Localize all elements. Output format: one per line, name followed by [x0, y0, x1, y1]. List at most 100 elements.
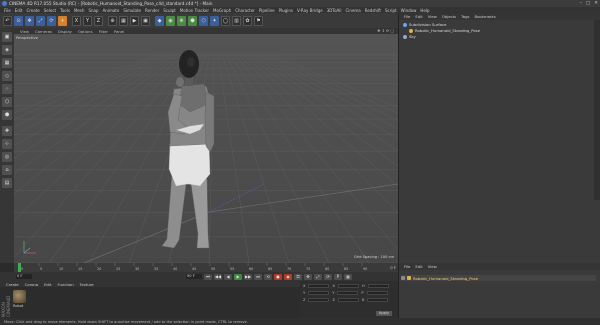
undo-icon[interactable]: ↶ — [3, 15, 12, 26]
pla-key-button[interactable]: ▦ — [344, 273, 352, 280]
object-menu-bookmarks[interactable]: Bookmarks — [475, 14, 496, 19]
x-axis-icon[interactable]: X — [72, 15, 81, 26]
material-menu-texture[interactable]: Texture — [80, 282, 94, 287]
material-thumbnail[interactable] — [13, 290, 26, 303]
menu-item-plugins[interactable]: Plugins — [279, 8, 293, 13]
viewport-menu-display[interactable]: Display — [58, 29, 72, 34]
size-field[interactable] — [337, 284, 359, 288]
menu-item-character[interactable]: Character — [235, 8, 255, 13]
menu-item-select[interactable]: Select — [44, 8, 56, 13]
menu-item-redshift[interactable]: Redshift — [365, 8, 381, 13]
z-axis-icon[interactable]: Z — [94, 15, 103, 26]
object-menu-file[interactable]: File — [404, 14, 410, 19]
menu-item-pipeline[interactable]: Pipeline — [259, 8, 275, 13]
attribute-menu-file[interactable]: File — [404, 264, 410, 269]
attribute-menu-view[interactable]: View — [428, 264, 437, 269]
prev-key-button[interactable]: ◀◀ — [214, 273, 222, 280]
viewport-canvas[interactable] — [14, 34, 398, 263]
object-menu-view[interactable]: View — [428, 14, 437, 19]
render-picture-viewer-icon[interactable]: ▶ — [130, 15, 139, 26]
floor-icon[interactable]: ✿ — [243, 15, 252, 26]
lock-icon[interactable]: ⌂ — [2, 165, 12, 175]
deformer-icon[interactable]: ⬡ — [199, 15, 208, 26]
menu-item-edit[interactable]: Edit — [15, 8, 23, 13]
keyframe-selection-button[interactable]: ⚿ — [294, 273, 302, 280]
menu-item-render[interactable]: Render — [145, 8, 159, 13]
viewport-perspective[interactable]: Perspective Grid Spacing : 100 cm — [14, 34, 398, 263]
close-button[interactable]: ✕ — [594, 1, 598, 6]
object-menu-objects[interactable]: Objects — [442, 14, 456, 19]
render-settings-icon[interactable]: ▣ — [141, 15, 150, 26]
end-frame-field[interactable]: 90 F — [186, 274, 202, 279]
material-menu-corona[interactable]: Corona — [25, 282, 39, 287]
cube-icon[interactable]: ◆ — [155, 15, 164, 26]
viewport-nav-icons[interactable]: ✥ ↕ ⟳ ▢ — [377, 28, 394, 33]
rotation-field[interactable] — [367, 284, 389, 288]
menu-item-create[interactable]: Create — [26, 8, 39, 13]
points-mode-icon[interactable]: ⁘ — [2, 84, 12, 94]
material-menu-edit[interactable]: Edit — [44, 282, 51, 287]
move-icon[interactable]: ✥ — [25, 15, 34, 26]
object-row[interactable]: Robotic_Humanoid_Standing_Pose — [409, 28, 480, 33]
pen-icon[interactable]: ◉ — [166, 15, 175, 26]
size-field[interactable] — [337, 291, 359, 295]
attribute-menu-edit[interactable]: Edit — [415, 264, 422, 269]
sky-icon[interactable]: ⚑ — [254, 15, 263, 26]
texture-mode-icon[interactable]: ▦ — [2, 58, 12, 68]
y-axis-icon[interactable]: Y — [83, 15, 92, 26]
object-row[interactable]: Sky — [403, 34, 416, 39]
menu-item-sculpt[interactable]: Sculpt — [163, 8, 176, 13]
rotation-field[interactable] — [366, 291, 388, 295]
scale-icon[interactable]: ⤢ — [36, 15, 45, 26]
make-editable-icon[interactable]: ▣ — [2, 32, 12, 42]
autokey-button[interactable]: ◉ — [284, 273, 292, 280]
rotation-key-button[interactable]: ⟳ — [324, 273, 332, 280]
apply-button[interactable]: Apply — [376, 311, 392, 316]
camera-icon[interactable]: ◯ — [221, 15, 230, 26]
menu-item-tools[interactable]: Tools — [60, 8, 70, 13]
recent-tool-icon[interactable]: ✛ — [58, 15, 67, 26]
goto-end-button[interactable]: ⏭ — [254, 273, 262, 280]
light-icon[interactable]: ▥ — [232, 15, 241, 26]
play-button[interactable]: ▶ — [234, 273, 242, 280]
viewport-menu-view[interactable]: View — [20, 29, 29, 34]
object-row[interactable]: Subdivision Surface — [403, 22, 446, 27]
position-field[interactable] — [308, 284, 330, 288]
model-mode-icon[interactable]: ◈ — [2, 45, 12, 55]
object-menu-tags[interactable]: Tags — [461, 14, 469, 19]
menu-item-motion-tracker[interactable]: Motion Tracker — [180, 8, 209, 13]
timeline-ruler[interactable]: 0 5 10 15 20 25 30 35 40 45 50 55 60 65 70 75 80 85 90 0 F — [14, 263, 398, 272]
edges-mode-icon[interactable]: ⬡ — [2, 97, 12, 107]
menu-item-snap[interactable]: Snap — [88, 8, 98, 13]
record-button[interactable]: ● — [274, 273, 282, 280]
loop-button[interactable]: ⟲ — [264, 273, 272, 280]
rotate-icon[interactable]: ⟳ — [47, 15, 56, 26]
axis-icon[interactable]: ✚ — [2, 126, 12, 136]
polygons-mode-icon[interactable]: ⬢ — [2, 110, 12, 120]
menu-item-mesh[interactable]: Mesh — [74, 8, 85, 13]
right-tab-strip[interactable] — [594, 20, 600, 200]
menu-item-script[interactable]: Script — [385, 8, 397, 13]
scene-icon[interactable]: ✦ — [210, 15, 219, 26]
rotation-field[interactable] — [367, 298, 389, 302]
viewport-menu-cameras[interactable]: Cameras — [35, 29, 52, 34]
start-frame-field[interactable]: 0 F — [16, 274, 32, 279]
position-key-button[interactable]: ✥ — [304, 273, 312, 280]
material-menu-create[interactable]: Create — [6, 282, 19, 287]
menu-item-cinema[interactable]: Cinema — [346, 8, 361, 13]
subdivision-icon[interactable]: ❋ — [177, 15, 186, 26]
menu-item-animate[interactable]: Animate — [103, 8, 120, 13]
position-field[interactable] — [308, 298, 330, 302]
viewport-menu-filter[interactable]: Filter — [99, 29, 108, 34]
workplane-icon[interactable]: ◇ — [2, 71, 12, 81]
menu-item-file[interactable]: File — [4, 8, 11, 13]
viewport-menu-options[interactable]: Options — [78, 29, 93, 34]
prev-frame-button[interactable]: ◀ — [224, 273, 232, 280]
snap-icon[interactable]: ◎ — [2, 152, 12, 162]
next-key-button[interactable]: ▶▶ — [244, 273, 252, 280]
material-menu-function[interactable]: Function — [58, 282, 74, 287]
size-field[interactable] — [337, 298, 359, 302]
menu-item-3dtoall[interactable]: 3DToAll — [327, 8, 342, 13]
live-selection-icon[interactable]: ⊙ — [14, 15, 23, 26]
menu-item-v-ray-bridge[interactable]: V-Ray Bridge — [297, 8, 323, 13]
